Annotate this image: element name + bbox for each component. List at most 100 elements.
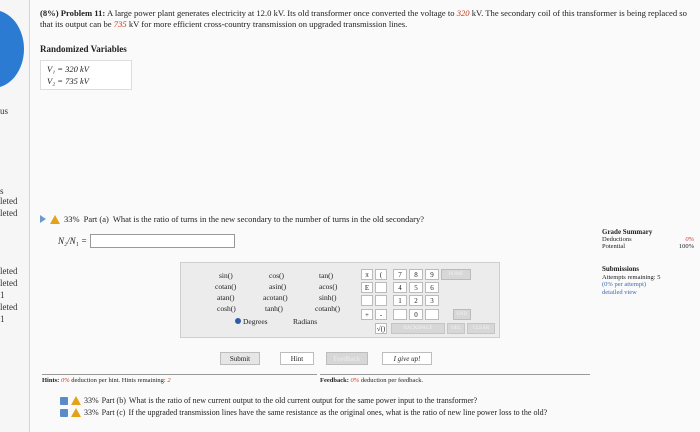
sidebar-item[interactable]: leted bbox=[0, 196, 18, 206]
fn-sin[interactable]: sin() bbox=[219, 271, 233, 280]
sidebar-item[interactable]: us bbox=[0, 106, 8, 116]
part-a-label: Part (a) bbox=[83, 214, 109, 224]
key-1[interactable]: 1 bbox=[393, 295, 407, 306]
answer-label: N₂/N₁ = bbox=[58, 236, 88, 246]
key-blank[interactable] bbox=[393, 309, 407, 320]
e-button[interactable]: E bbox=[361, 282, 373, 293]
problem-text-4: kV for more efficient cross-country tran… bbox=[128, 19, 408, 29]
feedback-pct: 0% bbox=[350, 377, 360, 384]
part-a-question: What is the ratio of turns in the new se… bbox=[112, 214, 424, 224]
degrees-option[interactable]: Degrees bbox=[235, 317, 268, 326]
part-a-percent: 33% bbox=[64, 214, 80, 224]
part-c-question: If the upgraded transmission lines have … bbox=[128, 408, 548, 417]
sidebar-item[interactable]: leted bbox=[0, 208, 18, 218]
fn-tanh[interactable]: tanh() bbox=[265, 304, 283, 313]
sidebar-item[interactable]: leted bbox=[0, 266, 18, 276]
problem-text-2: kV. The secondary coil of this bbox=[471, 8, 575, 18]
minus-button[interactable]: - bbox=[375, 309, 387, 320]
home-key[interactable]: HOME bbox=[441, 269, 471, 280]
fn-acos[interactable]: acos() bbox=[319, 282, 337, 291]
backspace-key[interactable]: BACKSPACE bbox=[391, 323, 445, 334]
expand-play-icon[interactable] bbox=[40, 215, 46, 223]
sidebar-item[interactable]: leted bbox=[0, 278, 18, 288]
sidebar-item[interactable]: 1 bbox=[0, 290, 5, 300]
hints-remaining: 2 bbox=[167, 377, 171, 384]
key-5[interactable]: 5 bbox=[409, 282, 423, 293]
fn-sinh[interactable]: sinh() bbox=[319, 293, 337, 302]
blank-button[interactable] bbox=[375, 295, 387, 306]
v1-value: 320 bbox=[456, 8, 470, 18]
blank-button[interactable] bbox=[375, 282, 387, 293]
potential-label: Potential bbox=[602, 243, 626, 250]
attempts-remaining: Attempts remaining: 5 bbox=[602, 273, 661, 281]
open-paren-button[interactable]: ( bbox=[375, 269, 387, 280]
detailed-view-link[interactable]: detailed view bbox=[602, 289, 698, 297]
feedback-button[interactable]: Feedback bbox=[326, 352, 368, 365]
submit-button[interactable]: Submit bbox=[220, 352, 260, 365]
problem-statement: (8%) Problem 11: A large power plant gen… bbox=[40, 8, 690, 30]
key-blank[interactable] bbox=[425, 309, 439, 320]
fn-acotan[interactable]: acotan() bbox=[263, 293, 288, 302]
feedback-text: deduction per feedback. bbox=[360, 377, 424, 384]
part-c-percent: 33% bbox=[84, 408, 99, 417]
part-c-header[interactable]: 33% Part (c) If the upgraded transmissio… bbox=[60, 408, 547, 417]
sidebar-item[interactable]: s bbox=[0, 186, 4, 196]
give-up-button[interactable]: I give up! bbox=[382, 352, 432, 365]
grade-summary-title: Grade Summary bbox=[602, 228, 653, 236]
sidebar: us s leted leted leted leted 1 leted 1 bbox=[0, 0, 30, 432]
part-b-percent: 33% bbox=[84, 396, 99, 405]
key-4[interactable]: 4 bbox=[393, 282, 407, 293]
blank-button[interactable] bbox=[361, 295, 373, 306]
plus-button[interactable]: + bbox=[361, 309, 373, 320]
part-b-header[interactable]: 33% Part (b) What is the ratio of new cu… bbox=[60, 396, 477, 405]
key-8[interactable]: 8 bbox=[409, 269, 423, 280]
hints-label: Hints: bbox=[42, 377, 60, 384]
key-6[interactable]: 6 bbox=[425, 282, 439, 293]
feedback-label: Feedback: bbox=[320, 377, 349, 384]
hints-pct: 0% bbox=[60, 377, 70, 384]
sidebar-logo-arc bbox=[0, 10, 24, 88]
answer-row: N₂/N₁ = bbox=[58, 234, 236, 248]
del-key[interactable]: DEL bbox=[447, 323, 465, 334]
part-a-header[interactable]: 33% Part (a) What is the ratio of turns … bbox=[40, 214, 680, 224]
warning-icon bbox=[71, 396, 81, 405]
key-7[interactable]: 7 bbox=[393, 269, 407, 280]
problem-text-1: A large power plant generates electricit… bbox=[106, 8, 455, 18]
hint-button[interactable]: Hint bbox=[280, 352, 314, 365]
key-9[interactable]: 9 bbox=[425, 269, 439, 280]
sidebar-item[interactable]: leted bbox=[0, 302, 18, 312]
calculator-panel: sin() cos() tan() cotan() asin() acos() … bbox=[180, 262, 500, 338]
answer-input[interactable] bbox=[90, 234, 236, 248]
part-b-label: Part (b) bbox=[101, 396, 126, 405]
clear-key[interactable]: CLEAR bbox=[467, 323, 495, 334]
part-icon bbox=[60, 396, 68, 405]
deductions-value: 0% bbox=[685, 236, 694, 243]
part-icon bbox=[60, 408, 68, 417]
variable-v1: V₁ = 320 kV bbox=[47, 64, 89, 74]
fn-cosh[interactable]: cosh() bbox=[217, 304, 236, 313]
fn-tan[interactable]: tan() bbox=[319, 271, 333, 280]
end-key[interactable]: END bbox=[453, 309, 471, 320]
warning-icon bbox=[71, 408, 81, 417]
fn-atan[interactable]: atan() bbox=[217, 293, 235, 302]
hints-text: deduction per hint. Hints remaining: bbox=[71, 377, 166, 384]
fn-cotan[interactable]: cotan() bbox=[215, 282, 236, 291]
radians-option[interactable]: Radians bbox=[293, 317, 317, 326]
fn-cotanh[interactable]: cotanh() bbox=[315, 304, 340, 313]
key-2[interactable]: 2 bbox=[409, 295, 423, 306]
sidebar-item[interactable]: 1 bbox=[0, 314, 5, 324]
sqrt-button[interactable]: √() bbox=[375, 323, 387, 334]
submissions-title: Submissions bbox=[602, 265, 639, 273]
fn-cos[interactable]: cos() bbox=[269, 271, 284, 280]
hints-bar: Hints: 0% deduction per hint. Hints rema… bbox=[42, 374, 317, 386]
radio-selected-icon bbox=[235, 318, 241, 324]
key-3[interactable]: 3 bbox=[425, 295, 439, 306]
grade-summary: Grade Summary Deductions 0% Potential 10… bbox=[602, 228, 698, 250]
feedback-bar: Feedback: 0% deduction per feedback. bbox=[320, 374, 590, 386]
fn-asin[interactable]: asin() bbox=[269, 282, 286, 291]
v2-value: 735 bbox=[113, 19, 127, 29]
pi-button[interactable]: π bbox=[361, 269, 373, 280]
problem-heading: (8%) Problem 11: bbox=[40, 8, 106, 18]
key-0[interactable]: 0 bbox=[409, 309, 423, 320]
problem-page: (8%) Problem 11: A large power plant gen… bbox=[30, 0, 700, 432]
